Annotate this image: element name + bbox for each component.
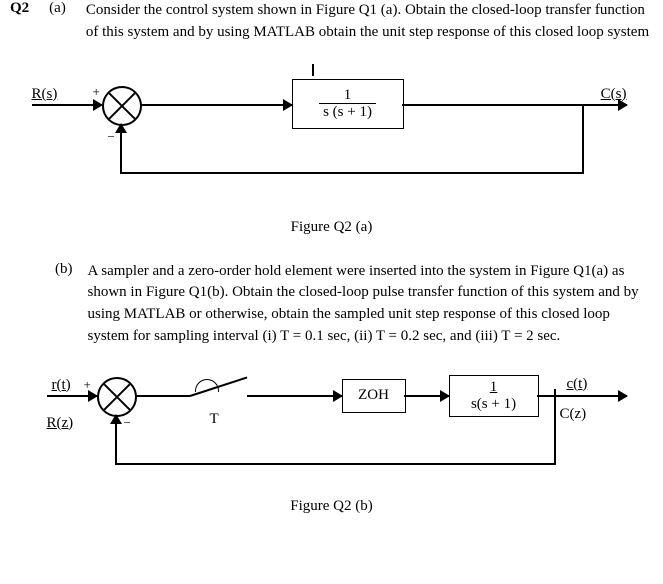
tf-fraction-b: 1 s(s + 1) <box>467 379 520 412</box>
tf-fraction: 1 s (s + 1) <box>319 87 376 121</box>
plus-sign: + <box>93 84 100 100</box>
figure-q2b: r(t) R(z) + − T ZOH 1 s(s + 1) c(t) C(z) <box>12 373 652 483</box>
figure-a-caption: Figure Q2 (a) <box>0 219 663 236</box>
part-a-text: Consider the control system shown in Fig… <box>86 0 653 44</box>
arrow-out-b <box>537 395 627 397</box>
tf-denominator: s (s + 1) <box>319 104 376 121</box>
arrow-to-zoh <box>247 395 342 397</box>
question-header: Q2 (a) Consider the control system shown… <box>0 0 663 44</box>
transfer-function-block-b: 1 s(s + 1) <box>449 375 539 417</box>
feedback-across <box>120 172 584 174</box>
input-label-rz: R(z) <box>47 415 74 432</box>
arrow-in <box>32 104 102 106</box>
arrow-out <box>402 104 627 106</box>
feedback-down <box>582 104 584 174</box>
figure-b-caption: Figure Q2 (b) <box>0 498 663 515</box>
part-b-text: A sampler and a zero-order hold element … <box>88 261 654 348</box>
zoh-block: ZOH <box>342 379 406 413</box>
tf-numerator: 1 <box>319 87 376 105</box>
arrow-to-block <box>140 104 292 106</box>
feedback-up-b <box>115 415 117 465</box>
summing-junction <box>102 86 142 126</box>
tf-numerator-b: 1 <box>467 379 520 396</box>
zoh-label: ZOH <box>358 387 389 404</box>
tf-denominator-b: s(s + 1) <box>467 396 520 413</box>
part-b-label: (b) <box>55 261 73 348</box>
feedback-across-b <box>115 463 556 465</box>
feedback-up <box>120 124 122 174</box>
part-a-label: (a) <box>49 0 66 44</box>
summing-junction-b <box>97 377 137 417</box>
line-to-sampler <box>135 395 190 397</box>
sampler-label: T <box>210 411 219 428</box>
input-label-rs: R(s) <box>32 86 58 103</box>
feedback-down-b <box>554 395 556 465</box>
input-label-rt: r(t) <box>52 377 71 394</box>
tick-mark <box>312 64 314 76</box>
arrow-to-tf <box>404 395 449 397</box>
figure-q2a: R(s) C(s) + − 1 s (s + 1) <box>22 74 642 204</box>
output-label-ct: c(t) <box>567 376 588 393</box>
question-number: Q2 <box>10 0 29 44</box>
transfer-function-block: 1 s (s + 1) <box>292 79 404 129</box>
output-label-cz: C(z) <box>560 406 587 423</box>
minus-sign-b: − <box>124 415 131 431</box>
part-b-row: (b) A sampler and a zero-order hold elem… <box>0 261 663 348</box>
arrow-in-b <box>47 395 97 397</box>
